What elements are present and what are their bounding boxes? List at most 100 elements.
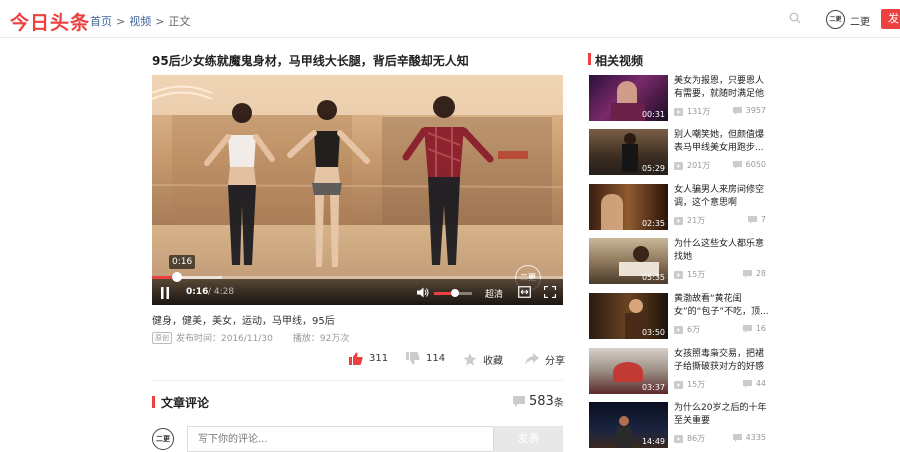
section-divider	[152, 380, 563, 381]
comment-count: 4335	[745, 433, 766, 442]
comment-input[interactable]	[187, 426, 494, 452]
comment-submit-button[interactable]: 发表	[494, 426, 563, 452]
related-video-item[interactable]: 02:35 女人骗男人来房间修空调，这个意思啊 21万 7	[589, 184, 769, 230]
comment-count-unit: 条	[553, 398, 564, 409]
comment-count: 7	[760, 215, 766, 224]
video-thumbnail[interactable]: 14:49	[589, 402, 668, 448]
volume-icon[interactable]	[417, 287, 429, 298]
favorite-label: 收藏	[483, 356, 503, 367]
video-duration: 00:31	[641, 110, 665, 119]
comment-count: 16	[755, 324, 766, 333]
post-button[interactable]: 发	[881, 9, 900, 29]
video-duration: 02:35	[641, 219, 665, 228]
comment-count: 583 条	[513, 394, 564, 409]
play-count-icon	[674, 161, 683, 170]
comment-icon	[732, 106, 742, 115]
current-time: 0:16	[186, 287, 209, 297]
related-video-title[interactable]: 美女为报恩，只要恩人有需要，就随时满足他	[674, 75, 769, 101]
view-count: 21万	[687, 216, 706, 225]
dislike-count: 114	[426, 353, 446, 364]
article-meta: 原创 发布时间：2016/11/30 播放：92万次	[152, 331, 349, 344]
comment-count: 28	[755, 269, 766, 278]
view-count: 131万	[687, 107, 711, 116]
quality-selector[interactable]: 超清	[485, 287, 503, 300]
comment-count: 44	[755, 379, 766, 388]
related-video-item[interactable]: 03:50 黄渤故看“黄花闺女”的“包子”不吃，顶... 6万 16	[589, 293, 769, 339]
like-button[interactable]: 311	[349, 352, 388, 365]
video-thumbnail[interactable]: 03:37	[589, 348, 668, 394]
comment-count: 3957	[745, 106, 766, 115]
view-count: 86万	[687, 434, 706, 443]
article-tags: 健身，健美，美女，运动，马甲线，95后	[152, 316, 335, 327]
video-progress-bar[interactable]	[152, 272, 563, 282]
comment-count: 6050	[745, 160, 766, 169]
article-title: 95后少女练就魔鬼身材，马甲线大长腿，背后辛酸却无人知	[152, 54, 469, 68]
view-count: 15万	[687, 380, 706, 389]
breadcrumb-separator: >	[116, 15, 126, 28]
widescreen-icon[interactable]	[518, 286, 531, 298]
play-count-icon	[674, 434, 683, 443]
video-frame	[152, 75, 563, 305]
video-duration: 03:50	[641, 328, 665, 337]
related-video-title[interactable]: 女人骗男人来房间修空调，这个意思啊	[674, 184, 769, 210]
play-count-icon	[674, 380, 683, 389]
related-video-item[interactable]: 05:35 为什么这些女人都乐意找她 15万 28	[589, 238, 769, 284]
related-video-title[interactable]: 女孩照毒枭交易，把裙子给撕破获对方的好感	[674, 348, 769, 374]
video-duration: 05:29	[641, 164, 665, 173]
star-icon	[463, 353, 477, 366]
site-logo[interactable]: 今日头条	[10, 8, 90, 35]
comment-icon	[742, 324, 752, 333]
share-icon	[525, 353, 539, 365]
pause-icon[interactable]	[160, 287, 170, 299]
like-count: 311	[369, 353, 389, 364]
section-marker	[152, 396, 155, 408]
section-marker	[588, 53, 591, 65]
related-video-item[interactable]: 05:29 别人嘲笑她，但颜值爆表马甲线美女用跑步... 201万 6050	[589, 129, 769, 175]
fullscreen-icon[interactable]	[544, 286, 556, 298]
top-navigation-bar: 今日头条 首页 > 视频 > 正文 二更 二更 发	[0, 0, 900, 38]
related-video-title[interactable]: 为什么20岁之后的十年至关重要	[674, 402, 769, 428]
related-video-title[interactable]: 别人嘲笑她，但颜值爆表马甲线美女用跑步...	[674, 129, 769, 155]
comments-section-title: 文章评论	[161, 396, 210, 410]
favorite-button[interactable]: 收藏	[463, 352, 503, 367]
play-count-icon	[674, 325, 683, 334]
video-thumbnail[interactable]: 05:29	[589, 129, 668, 175]
breadcrumb-current: 正文	[168, 15, 191, 28]
video-thumbnail[interactable]: 05:35	[589, 238, 668, 284]
share-button[interactable]: 分享	[525, 352, 565, 367]
play-count-icon	[674, 270, 683, 279]
video-thumbnail[interactable]: 00:31	[589, 75, 668, 121]
user-avatar[interactable]: 二更	[826, 10, 845, 29]
video-player[interactable]: 0:16 二更 0:16 / 4:28 超清	[152, 75, 563, 305]
volume-slider[interactable]	[434, 289, 472, 297]
dislike-button[interactable]: 114	[406, 352, 445, 365]
play-count-icon	[674, 107, 683, 116]
play-count: 播放：92万次	[292, 334, 350, 344]
related-video-item[interactable]: 14:49 为什么20岁之后的十年至关重要 86万 4335	[589, 402, 769, 448]
search-icon[interactable]	[789, 12, 801, 24]
share-label: 分享	[545, 356, 565, 367]
play-count-icon	[674, 216, 683, 225]
related-video-item[interactable]: 03:37 女孩照毒枭交易，把裙子给撕破获对方的好感 15万 44	[589, 348, 769, 394]
video-thumbnail[interactable]: 03:50	[589, 293, 668, 339]
publish-time: 发布时间：2016/11/30	[176, 334, 273, 344]
related-video-title[interactable]: 为什么这些女人都乐意找她	[674, 238, 769, 264]
breadcrumb-video-link[interactable]: 视频	[129, 15, 151, 28]
comment-icon	[513, 396, 525, 407]
comment-icon	[747, 215, 757, 224]
video-duration: 03:37	[641, 383, 665, 392]
thumbs-down-icon	[406, 352, 420, 365]
video-duration: 05:35	[641, 273, 665, 282]
breadcrumb-home-link[interactable]: 首页	[90, 15, 112, 28]
related-video-title[interactable]: 黄渤故看“黄花闺女”的“包子”不吃，顶...	[674, 293, 769, 319]
view-count: 6万	[687, 325, 701, 334]
volume-handle[interactable]	[450, 289, 459, 297]
progress-handle[interactable]	[171, 272, 182, 282]
video-thumbnail[interactable]: 02:35	[589, 184, 668, 230]
comment-icon	[742, 379, 752, 388]
user-name-link[interactable]: 二更	[850, 13, 870, 28]
comment-count-number: 583	[529, 394, 554, 409]
duration-time: / 4:28	[208, 287, 235, 297]
commenter-avatar: 二更	[152, 428, 174, 450]
related-video-item[interactable]: 00:31 美女为报恩，只要恩人有需要，就随时满足他 131万 3957	[589, 75, 769, 121]
